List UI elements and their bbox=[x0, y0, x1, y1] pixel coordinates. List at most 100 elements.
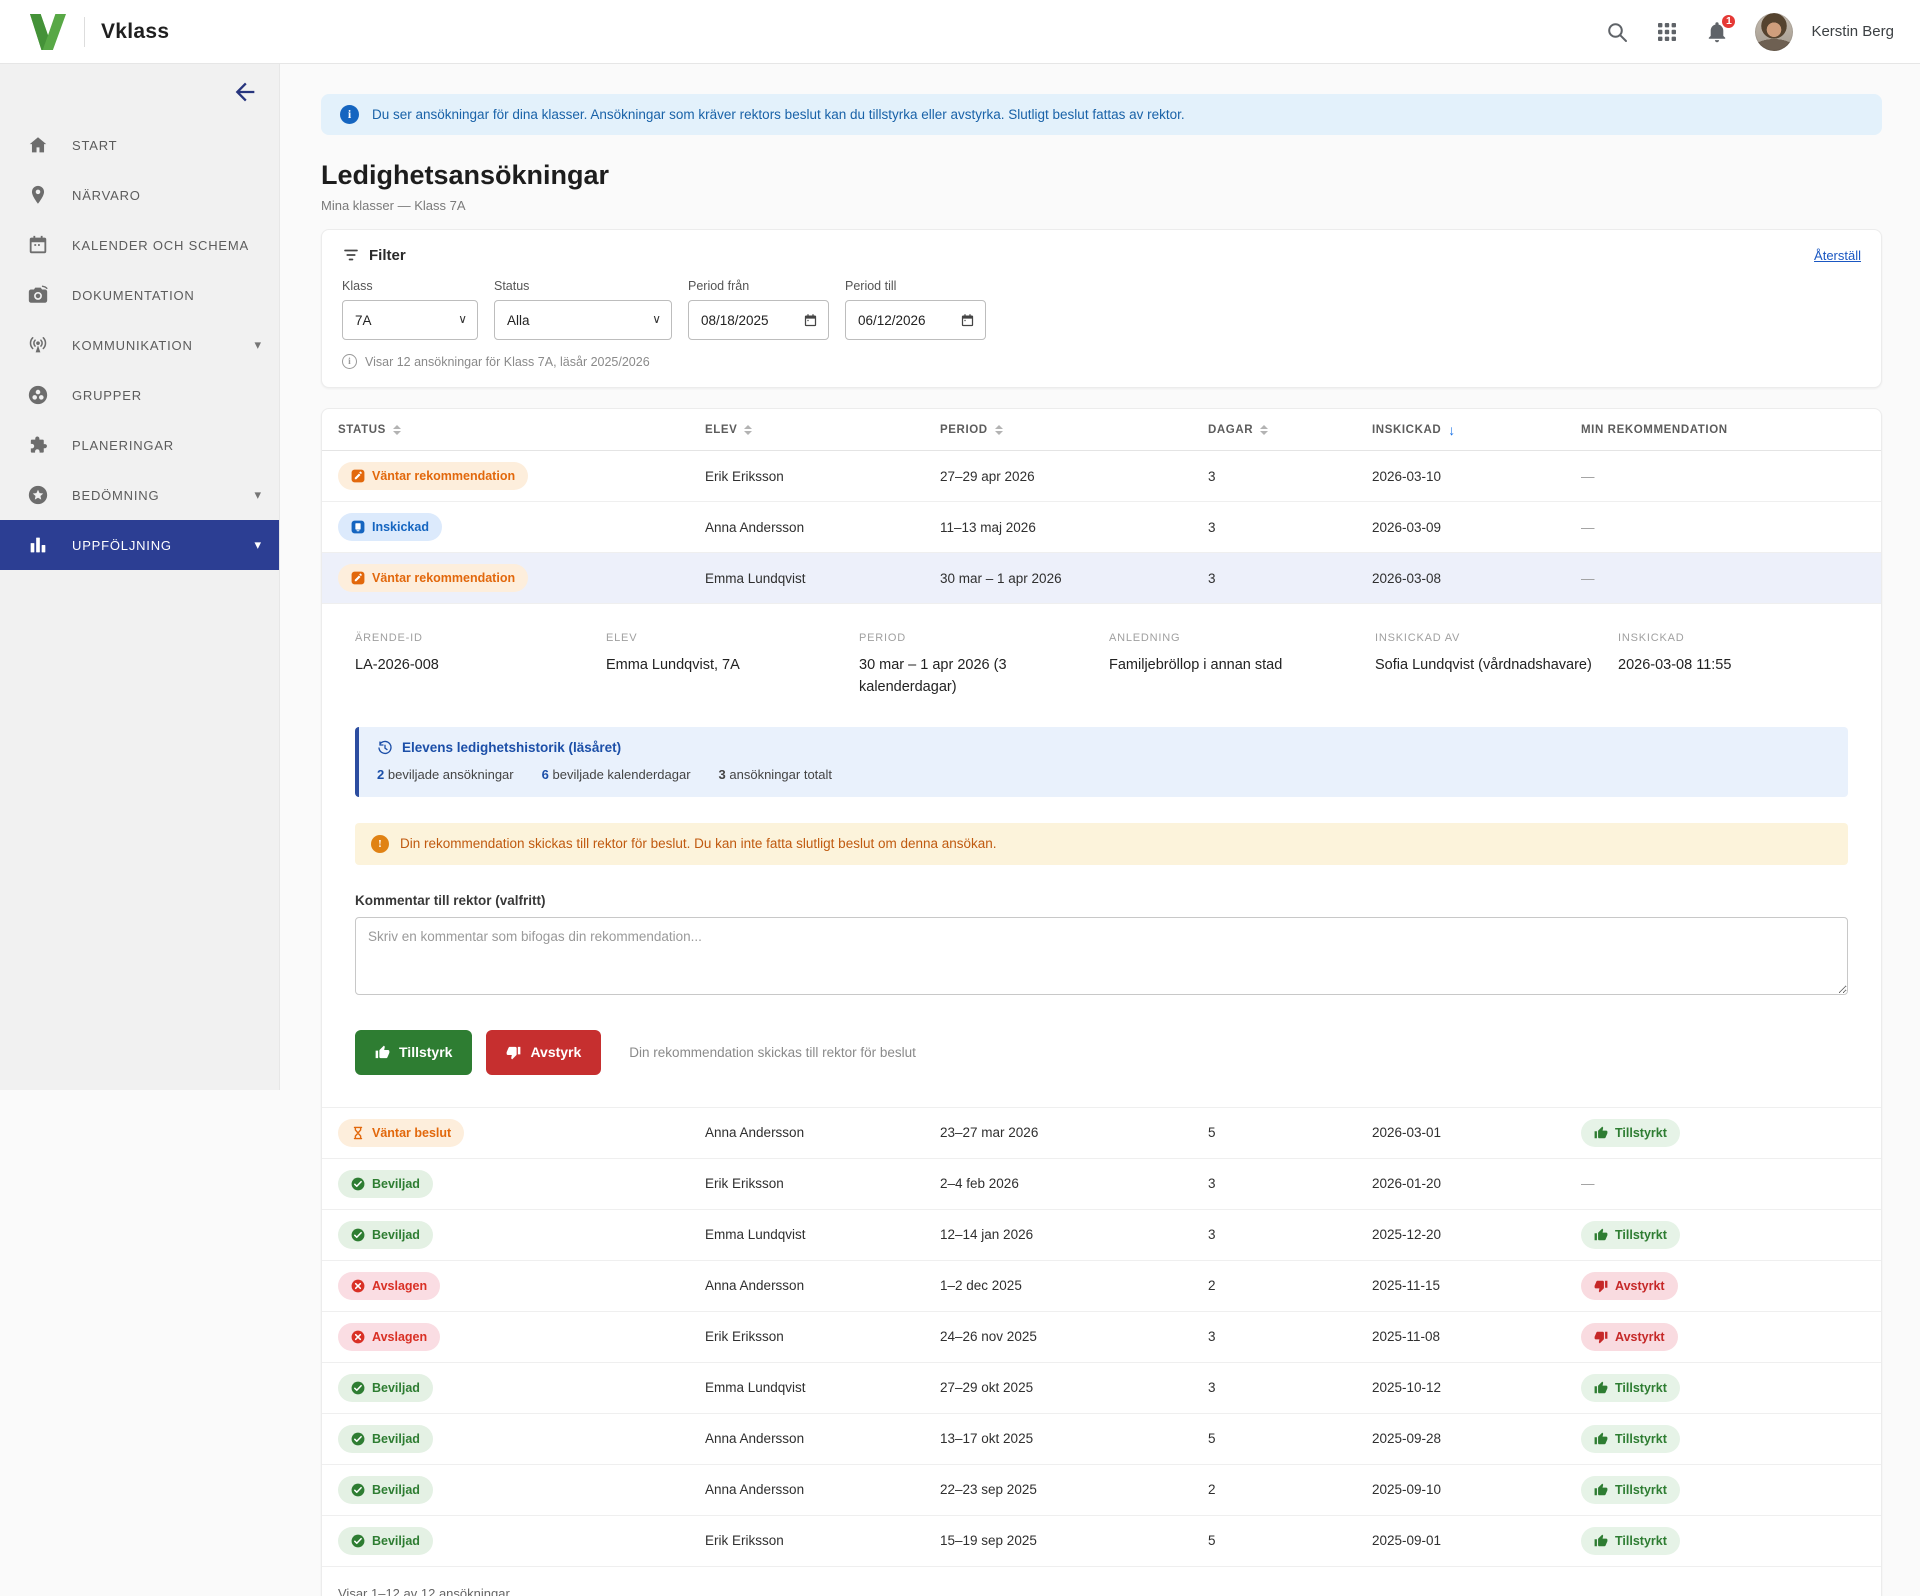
dagar-cell: 3 bbox=[1208, 1176, 1372, 1191]
application-detail-panel: ÄRENDE-IDLA-2026-008ELEVEmma Lundqvist, … bbox=[322, 604, 1881, 1108]
table-row[interactable]: BeviljadEmma Lundqvist12–14 jan 20263202… bbox=[322, 1210, 1881, 1261]
column-header-status[interactable]: STATUS bbox=[338, 424, 705, 436]
divider bbox=[84, 17, 85, 47]
chevron-down-icon: ▾ bbox=[254, 337, 261, 353]
sidebar-item-kommunikation[interactable]: KOMMUNIKATION▾ bbox=[0, 320, 279, 370]
sidebar-item-narvaro[interactable]: NÄRVARO bbox=[0, 170, 279, 220]
thumb-down-icon bbox=[1594, 1279, 1608, 1293]
table-row[interactable]: BeviljadAnna Andersson22–23 sep 20252202… bbox=[322, 1465, 1881, 1516]
status-cell: Beviljad bbox=[338, 1425, 705, 1453]
period-till-input[interactable]: 06/12/2026 bbox=[845, 300, 986, 340]
rekommendation-cell: — bbox=[1581, 1176, 1865, 1191]
vklass-logo-icon[interactable] bbox=[28, 14, 68, 50]
approve-button[interactable]: Tillstyrk bbox=[355, 1030, 472, 1075]
status-badge: Beviljad bbox=[338, 1425, 433, 1453]
chart-icon bbox=[27, 534, 49, 556]
history-stats: 2 beviljade ansökningar6 beviljade kalen… bbox=[377, 767, 1830, 782]
status-cell: Beviljad bbox=[338, 1476, 705, 1504]
calendar-icon[interactable] bbox=[960, 313, 975, 328]
column-header-min-rekommendation: MIN REKOMMENDATION bbox=[1581, 424, 1865, 436]
rekommendation-cell: Tillstyrkt bbox=[1581, 1425, 1865, 1453]
sidebar-collapse-button[interactable] bbox=[231, 78, 259, 106]
column-header-inskickad[interactable]: INSKICKAD↓ bbox=[1372, 422, 1581, 438]
reject-button[interactable]: Avstyrk bbox=[486, 1030, 601, 1075]
recommendation-badge: Tillstyrkt bbox=[1581, 1221, 1680, 1249]
status-badge: Avslagen bbox=[338, 1272, 440, 1300]
klass-select[interactable]: 7A bbox=[342, 300, 478, 340]
inskickad-cell: 2025-09-01 bbox=[1372, 1533, 1581, 1548]
calendar-icon[interactable] bbox=[803, 313, 818, 328]
period-cell: 23–27 mar 2026 bbox=[940, 1125, 1208, 1140]
sidebar-item-grupper[interactable]: GRUPPER bbox=[0, 370, 279, 420]
status-label: Status bbox=[494, 279, 672, 293]
table-row[interactable]: BeviljadEmma Lundqvist27–29 okt 20253202… bbox=[322, 1363, 1881, 1414]
inskickad-cell: 2025-12-20 bbox=[1372, 1227, 1581, 1242]
elev-cell: Emma Lundqvist bbox=[705, 571, 940, 586]
camera-icon bbox=[27, 284, 49, 306]
status-cell: Väntar rekommendation bbox=[338, 564, 705, 592]
check-icon bbox=[351, 1381, 365, 1395]
warning-icon: ! bbox=[371, 835, 389, 853]
sidebar-item-label: NÄRVARO bbox=[72, 188, 141, 203]
sidebar-item-label: KALENDER OCH SCHEMA bbox=[72, 238, 249, 253]
sidebar-item-bedomning[interactable]: BEDÖMNING▾ bbox=[0, 470, 279, 520]
table-row[interactable]: Väntar rekommendationErik Eriksson27–29 … bbox=[322, 451, 1881, 502]
filter-card: Filter Återställ Klass 7A ∨ Status Alla bbox=[321, 229, 1882, 388]
column-header-dagar[interactable]: DAGAR bbox=[1208, 424, 1372, 436]
status-badge: Inskickad bbox=[338, 513, 442, 541]
table-row[interactable]: BeviljadAnna Andersson13–17 okt 20255202… bbox=[322, 1414, 1881, 1465]
table-footer: Visar 1–12 av 12 ansökningar bbox=[322, 1567, 1881, 1596]
info-icon: i bbox=[340, 105, 359, 124]
apps-grid-icon[interactable] bbox=[1655, 20, 1679, 44]
table-row[interactable]: InskickadAnna Andersson11–13 maj 2026320… bbox=[322, 502, 1881, 553]
column-header-elev[interactable]: ELEV bbox=[705, 424, 940, 436]
comment-textarea[interactable] bbox=[355, 917, 1848, 995]
detail-fields: ÄRENDE-IDLA-2026-008ELEVEmma Lundqvist, … bbox=[355, 632, 1848, 699]
period-from-value: 08/18/2025 bbox=[701, 313, 769, 328]
thumb-up-icon bbox=[1594, 1126, 1608, 1140]
rekommendation-cell: Tillstyrkt bbox=[1581, 1374, 1865, 1402]
status-cell: Beviljad bbox=[338, 1170, 705, 1198]
dagar-cell: 5 bbox=[1208, 1125, 1372, 1140]
inskickad-cell: 2026-03-08 bbox=[1372, 571, 1581, 586]
user-name: Kerstin Berg bbox=[1811, 23, 1894, 40]
sort-icon bbox=[1260, 425, 1268, 435]
sidebar-item-planeringar[interactable]: PLANERINGAR bbox=[0, 420, 279, 470]
applications-table: STATUSELEVPERIODDAGARINSKICKAD↓MIN REKOM… bbox=[321, 408, 1882, 1596]
table-row[interactable]: BeviljadErik Eriksson15–19 sep 202552025… bbox=[322, 1516, 1881, 1567]
period-cell: 12–14 jan 2026 bbox=[940, 1227, 1208, 1242]
sidebar-item-label: PLANERINGAR bbox=[72, 438, 174, 453]
status-select[interactable]: Alla bbox=[494, 300, 672, 340]
sidebar: START NÄRVARO KALENDER OCH SCHEMA DOKUMENTA… bbox=[0, 64, 280, 1090]
pen-icon bbox=[351, 571, 365, 585]
elev-cell: Erik Eriksson bbox=[705, 1533, 940, 1548]
sort-icon bbox=[995, 425, 1003, 435]
recommendation-badge: Tillstyrkt bbox=[1581, 1425, 1680, 1453]
star-icon bbox=[27, 484, 49, 506]
status-badge: Väntar rekommendation bbox=[338, 462, 528, 490]
sidebar-item-start[interactable]: START bbox=[0, 120, 279, 170]
sidebar-item-dokumentation[interactable]: DOKUMENTATION bbox=[0, 270, 279, 320]
sidebar-item-uppfoljning[interactable]: UPPFÖLJNING▾ bbox=[0, 520, 279, 570]
period-cell: 30 mar – 1 apr 2026 bbox=[940, 571, 1208, 586]
rekommendation-cell: Tillstyrkt bbox=[1581, 1527, 1865, 1555]
user-avatar[interactable] bbox=[1755, 13, 1793, 51]
pen-icon bbox=[351, 469, 365, 483]
search-icon[interactable] bbox=[1605, 20, 1629, 44]
table-row[interactable]: BeviljadErik Eriksson2–4 feb 202632026-0… bbox=[322, 1159, 1881, 1210]
cross-icon bbox=[351, 1330, 365, 1344]
sidebar-item-label: UPPFÖLJNING bbox=[72, 538, 172, 553]
inskickad-cell: 2026-03-01 bbox=[1372, 1125, 1581, 1140]
column-header-period[interactable]: PERIOD bbox=[940, 424, 1208, 436]
table-row[interactable]: AvslagenAnna Andersson1–2 dec 202522025-… bbox=[322, 1261, 1881, 1312]
table-row[interactable]: AvslagenErik Eriksson24–26 nov 202532025… bbox=[322, 1312, 1881, 1363]
table-row[interactable]: Väntar rekommendationEmma Lundqvist30 ma… bbox=[322, 553, 1881, 604]
sidebar-item-label: GRUPPER bbox=[72, 388, 142, 403]
table-row[interactable]: Väntar beslutAnna Andersson23–27 mar 202… bbox=[322, 1108, 1881, 1159]
sidebar-item-kalender-och-schema[interactable]: KALENDER OCH SCHEMA bbox=[0, 220, 279, 270]
reset-filter-link[interactable]: Återställ bbox=[1814, 248, 1861, 263]
period-from-input[interactable]: 08/18/2025 bbox=[688, 300, 829, 340]
sidebar-item-label: START bbox=[72, 138, 117, 153]
notifications-bell-icon[interactable]: 1 bbox=[1705, 20, 1729, 44]
table-header-row: STATUSELEVPERIODDAGARINSKICKAD↓MIN REKOM… bbox=[322, 409, 1881, 451]
